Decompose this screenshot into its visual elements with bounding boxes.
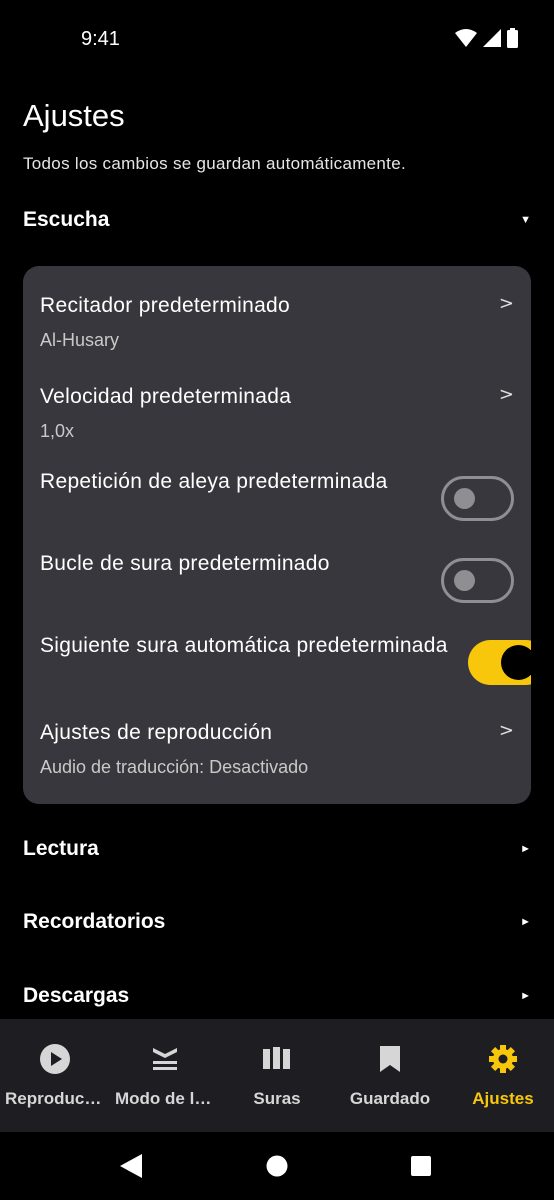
row-value: Audio de traducción: Desactivado <box>40 757 309 777</box>
battery-icon <box>507 28 518 48</box>
system-navigation-bar <box>0 1132 554 1200</box>
surah-loop-row: Bucle de sura predeterminado <box>40 552 514 612</box>
nav-item-ajustes[interactable]: Ajustes <box>448 1019 554 1132</box>
library-columns-icon <box>263 1043 291 1075</box>
row-value: 1,0x <box>40 421 75 441</box>
row-title: Ajustes de reproducción <box>40 721 273 744</box>
nav-item-modo-lectura[interactable]: Modo de lectura <box>110 1019 220 1132</box>
caret-right-icon: ► <box>520 990 531 1002</box>
toggle-knob <box>454 488 475 509</box>
default-reciter-row[interactable]: Recitador predeterminado Al-Husary > <box>40 293 514 351</box>
auto-next-surah-toggle[interactable] <box>468 640 531 685</box>
wifi-icon <box>455 29 477 47</box>
nav-item-guardado[interactable]: Guardado <box>335 1019 445 1132</box>
caret-right-icon: ► <box>520 916 531 928</box>
section-title: Escucha <box>23 208 110 231</box>
section-title: Descargas <box>23 984 130 1007</box>
chevron-right-icon: > <box>498 384 514 405</box>
gear-icon <box>488 1043 518 1075</box>
section-header-recordatorios[interactable]: Recordatorios ► <box>23 902 531 942</box>
row-title: Velocidad predeterminada <box>40 385 292 408</box>
verse-repeat-row: Repetición de aleya predeterminada <box>40 470 514 530</box>
status-bar: 9:41 <box>0 0 554 80</box>
status-icons <box>455 28 518 48</box>
toggle-knob <box>454 570 475 591</box>
page-title: Ajustes <box>23 98 125 133</box>
section-header-descargas[interactable]: Descargas ► <box>23 976 531 1016</box>
surah-loop-toggle[interactable] <box>441 558 514 603</box>
home-icon[interactable] <box>266 1154 288 1178</box>
verse-repeat-toggle[interactable] <box>441 476 514 521</box>
chevron-right-icon: > <box>498 293 514 314</box>
default-speed-row[interactable]: Velocidad predeterminada 1,0x > <box>40 384 514 442</box>
bottom-navigation: Reproduciendo Modo de lectura Suras Guar… <box>0 1019 554 1132</box>
row-title: Recitador predeterminado <box>40 294 291 317</box>
nav-label: Ajustes <box>472 1089 534 1108</box>
caret-down-icon: ▼ <box>520 214 531 226</box>
nav-item-suras[interactable]: Suras <box>222 1019 332 1132</box>
playback-settings-row[interactable]: Ajustes de reproducción Audio de traducc… <box>40 720 514 778</box>
toggle-knob <box>501 645 531 680</box>
play-circle-icon <box>40 1043 70 1075</box>
nav-label: Modo de lectura <box>115 1089 215 1108</box>
auto-next-surah-row: Siguiente sura automática predeterminada <box>40 634 531 694</box>
caret-right-icon: ► <box>520 843 531 855</box>
section-title: Lectura <box>23 837 99 860</box>
nav-label: Reproduciendo <box>5 1089 105 1108</box>
book-stack-icon <box>151 1043 179 1075</box>
status-time: 9:41 <box>81 28 120 50</box>
row-title: Siguiente sura automática predeterminada <box>40 634 448 657</box>
recents-icon[interactable] <box>410 1154 432 1178</box>
nav-item-reproduciendo[interactable]: Reproduciendo <box>0 1019 110 1132</box>
section-header-lectura[interactable]: Lectura ► <box>23 829 531 869</box>
row-value: Al-Husary <box>40 330 120 350</box>
section-header-escucha[interactable]: Escucha ▼ <box>23 200 531 240</box>
nav-label: Guardado <box>349 1089 431 1108</box>
page-subtitle: Todos los cambios se guardan automáticam… <box>23 154 406 173</box>
chevron-right-icon: > <box>498 720 514 741</box>
listening-settings-card: Recitador predeterminado Al-Husary > Vel… <box>23 266 531 804</box>
cellular-signal-icon <box>483 29 501 47</box>
nav-label: Suras <box>253 1089 301 1108</box>
bookmark-icon <box>380 1043 400 1075</box>
back-icon[interactable] <box>120 1154 142 1178</box>
section-title: Recordatorios <box>23 910 166 933</box>
